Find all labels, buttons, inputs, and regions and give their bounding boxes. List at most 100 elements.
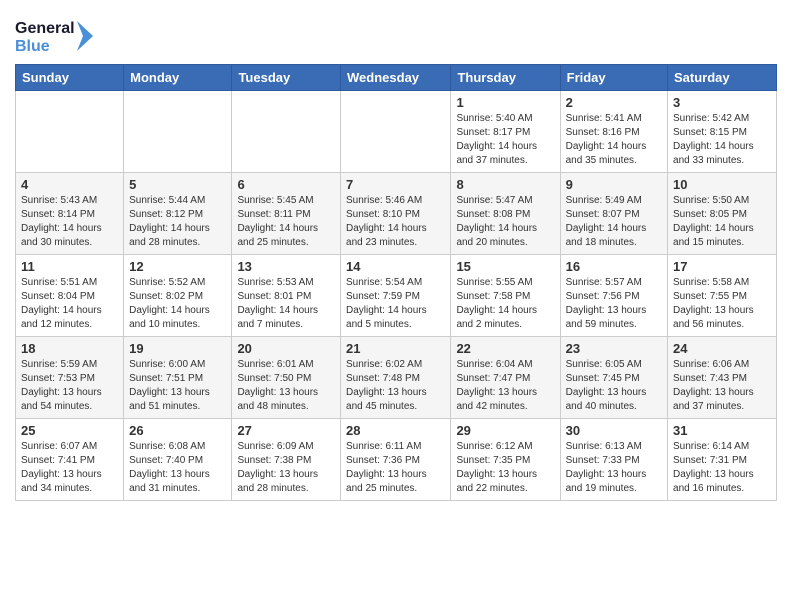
day-number: 24	[673, 341, 771, 356]
day-number: 4	[21, 177, 118, 192]
day-number: 17	[673, 259, 771, 274]
day-number: 26	[129, 423, 226, 438]
calendar-cell: 16 Sunrise: 5:57 AM Sunset: 7:56 PM Dayli…	[560, 255, 667, 337]
day-number: 9	[566, 177, 662, 192]
cell-content: Sunrise: 5:46 AM Sunset: 8:10 PM Dayligh…	[346, 194, 445, 250]
cell-content: Sunrise: 6:12 AM Sunset: 7:35 PM Dayligh…	[456, 440, 554, 496]
week-row-1: 1 Sunrise: 5:40 AM Sunset: 8:17 PM Daylig…	[16, 91, 777, 173]
calendar-cell: 5 Sunrise: 5:44 AM Sunset: 8:12 PM Daylig…	[124, 173, 232, 255]
weekday-header-friday: Friday	[560, 65, 667, 91]
calendar-cell: 29 Sunrise: 6:12 AM Sunset: 7:35 PM Dayli…	[451, 419, 560, 501]
header: GeneralBlue	[15, 10, 777, 56]
cell-content: Sunrise: 5:50 AM Sunset: 8:05 PM Dayligh…	[673, 194, 771, 250]
calendar-cell: 25 Sunrise: 6:07 AM Sunset: 7:41 PM Dayli…	[16, 419, 124, 501]
cell-content: Sunrise: 6:05 AM Sunset: 7:45 PM Dayligh…	[566, 358, 662, 414]
cell-content: Sunrise: 5:58 AM Sunset: 7:55 PM Dayligh…	[673, 276, 771, 332]
day-number: 15	[456, 259, 554, 274]
calendar-cell: 28Sunrise: 6:11 AM Sunset: 7:36 PM Dayli…	[341, 419, 451, 501]
calendar-cell: 18 Sunrise: 5:59 AM Sunset: 7:53 PM Dayli…	[16, 337, 124, 419]
day-number: 1	[456, 95, 554, 110]
day-number: 23	[566, 341, 662, 356]
calendar-cell: 7 Sunrise: 5:46 AM Sunset: 8:10 PM Daylig…	[341, 173, 451, 255]
cell-content: Sunrise: 5:59 AM Sunset: 7:53 PM Dayligh…	[21, 358, 118, 414]
calendar-cell	[16, 91, 124, 173]
day-number: 10	[673, 177, 771, 192]
calendar: SundayMondayTuesdayWednesdayThursdayFrid…	[15, 64, 777, 501]
cell-content: Sunrise: 5:51 AM Sunset: 8:04 PM Dayligh…	[21, 276, 118, 332]
calendar-cell: 4Sunrise: 5:43 AM Sunset: 8:14 PM Daylig…	[16, 173, 124, 255]
week-row-5: 25 Sunrise: 6:07 AM Sunset: 7:41 PM Dayli…	[16, 419, 777, 501]
calendar-cell: 17 Sunrise: 5:58 AM Sunset: 7:55 PM Dayli…	[668, 255, 777, 337]
svg-text:Blue: Blue	[15, 38, 50, 55]
day-number: 6	[237, 177, 335, 192]
calendar-cell	[124, 91, 232, 173]
week-row-2: 4Sunrise: 5:43 AM Sunset: 8:14 PM Daylig…	[16, 173, 777, 255]
day-number: 12	[129, 259, 226, 274]
calendar-cell: 23 Sunrise: 6:05 AM Sunset: 7:45 PM Dayli…	[560, 337, 667, 419]
calendar-cell: 12 Sunrise: 5:52 AM Sunset: 8:02 PM Dayli…	[124, 255, 232, 337]
cell-content: Sunrise: 5:54 AM Sunset: 7:59 PM Dayligh…	[346, 276, 445, 332]
day-number: 19	[129, 341, 226, 356]
cell-content: Sunrise: 5:44 AM Sunset: 8:12 PM Dayligh…	[129, 194, 226, 250]
cell-content: Sunrise: 5:42 AM Sunset: 8:15 PM Dayligh…	[673, 112, 771, 168]
weekday-header-row: SundayMondayTuesdayWednesdayThursdayFrid…	[16, 65, 777, 91]
calendar-cell: 24 Sunrise: 6:06 AM Sunset: 7:43 PM Dayli…	[668, 337, 777, 419]
cell-content: Sunrise: 5:53 AM Sunset: 8:01 PM Dayligh…	[237, 276, 335, 332]
weekday-header-monday: Monday	[124, 65, 232, 91]
cell-content: Sunrise: 6:08 AM Sunset: 7:40 PM Dayligh…	[129, 440, 226, 496]
calendar-cell: 9Sunrise: 5:49 AM Sunset: 8:07 PM Daylig…	[560, 173, 667, 255]
calendar-cell: 3Sunrise: 5:42 AM Sunset: 8:15 PM Daylig…	[668, 91, 777, 173]
svg-text:General: General	[15, 20, 75, 37]
calendar-cell: 14 Sunrise: 5:54 AM Sunset: 7:59 PM Dayli…	[341, 255, 451, 337]
cell-content: Sunrise: 6:07 AM Sunset: 7:41 PM Dayligh…	[21, 440, 118, 496]
calendar-cell	[341, 91, 451, 173]
day-number: 18	[21, 341, 118, 356]
calendar-cell	[232, 91, 341, 173]
weekday-header-tuesday: Tuesday	[232, 65, 341, 91]
cell-content: Sunrise: 5:55 AM Sunset: 7:58 PM Dayligh…	[456, 276, 554, 332]
weekday-header-sunday: Sunday	[16, 65, 124, 91]
day-number: 22	[456, 341, 554, 356]
day-number: 14	[346, 259, 445, 274]
week-row-3: 11Sunrise: 5:51 AM Sunset: 8:04 PM Dayli…	[16, 255, 777, 337]
cell-content: Sunrise: 5:40 AM Sunset: 8:17 PM Dayligh…	[456, 112, 554, 168]
day-number: 21	[346, 341, 445, 356]
calendar-cell: 11Sunrise: 5:51 AM Sunset: 8:04 PM Dayli…	[16, 255, 124, 337]
calendar-cell: 15 Sunrise: 5:55 AM Sunset: 7:58 PM Dayli…	[451, 255, 560, 337]
calendar-cell: 26 Sunrise: 6:08 AM Sunset: 7:40 PM Dayli…	[124, 419, 232, 501]
calendar-cell: 22Sunrise: 6:04 AM Sunset: 7:47 PM Dayli…	[451, 337, 560, 419]
day-number: 30	[566, 423, 662, 438]
day-number: 25	[21, 423, 118, 438]
cell-content: Sunrise: 5:41 AM Sunset: 8:16 PM Dayligh…	[566, 112, 662, 168]
calendar-cell: 31Sunrise: 6:14 AM Sunset: 7:31 PM Dayli…	[668, 419, 777, 501]
cell-content: Sunrise: 6:11 AM Sunset: 7:36 PM Dayligh…	[346, 440, 445, 496]
calendar-cell: 2 Sunrise: 5:41 AM Sunset: 8:16 PM Daylig…	[560, 91, 667, 173]
calendar-cell: 30 Sunrise: 6:13 AM Sunset: 7:33 PM Dayli…	[560, 419, 667, 501]
cell-content: Sunrise: 5:45 AM Sunset: 8:11 PM Dayligh…	[237, 194, 335, 250]
logo: GeneralBlue	[15, 16, 95, 56]
cell-content: Sunrise: 5:57 AM Sunset: 7:56 PM Dayligh…	[566, 276, 662, 332]
cell-content: Sunrise: 6:14 AM Sunset: 7:31 PM Dayligh…	[673, 440, 771, 496]
cell-content: Sunrise: 6:09 AM Sunset: 7:38 PM Dayligh…	[237, 440, 335, 496]
day-number: 16	[566, 259, 662, 274]
day-number: 7	[346, 177, 445, 192]
day-number: 5	[129, 177, 226, 192]
day-number: 27	[237, 423, 335, 438]
cell-content: Sunrise: 6:02 AM Sunset: 7:48 PM Dayligh…	[346, 358, 445, 414]
calendar-cell: 19Sunrise: 6:00 AM Sunset: 7:51 PM Dayli…	[124, 337, 232, 419]
calendar-cell: 13 Sunrise: 5:53 AM Sunset: 8:01 PM Dayli…	[232, 255, 341, 337]
cell-content: Sunrise: 6:13 AM Sunset: 7:33 PM Dayligh…	[566, 440, 662, 496]
calendar-cell: 20Sunrise: 6:01 AM Sunset: 7:50 PM Dayli…	[232, 337, 341, 419]
week-row-4: 18 Sunrise: 5:59 AM Sunset: 7:53 PM Dayli…	[16, 337, 777, 419]
day-number: 2	[566, 95, 662, 110]
day-number: 13	[237, 259, 335, 274]
day-number: 20	[237, 341, 335, 356]
day-number: 8	[456, 177, 554, 192]
calendar-cell: 6 Sunrise: 5:45 AM Sunset: 8:11 PM Daylig…	[232, 173, 341, 255]
day-number: 29	[456, 423, 554, 438]
cell-content: Sunrise: 5:52 AM Sunset: 8:02 PM Dayligh…	[129, 276, 226, 332]
calendar-cell: 8Sunrise: 5:47 AM Sunset: 8:08 PM Daylig…	[451, 173, 560, 255]
cell-content: Sunrise: 6:06 AM Sunset: 7:43 PM Dayligh…	[673, 358, 771, 414]
calendar-cell: 21 Sunrise: 6:02 AM Sunset: 7:48 PM Dayli…	[341, 337, 451, 419]
weekday-header-saturday: Saturday	[668, 65, 777, 91]
